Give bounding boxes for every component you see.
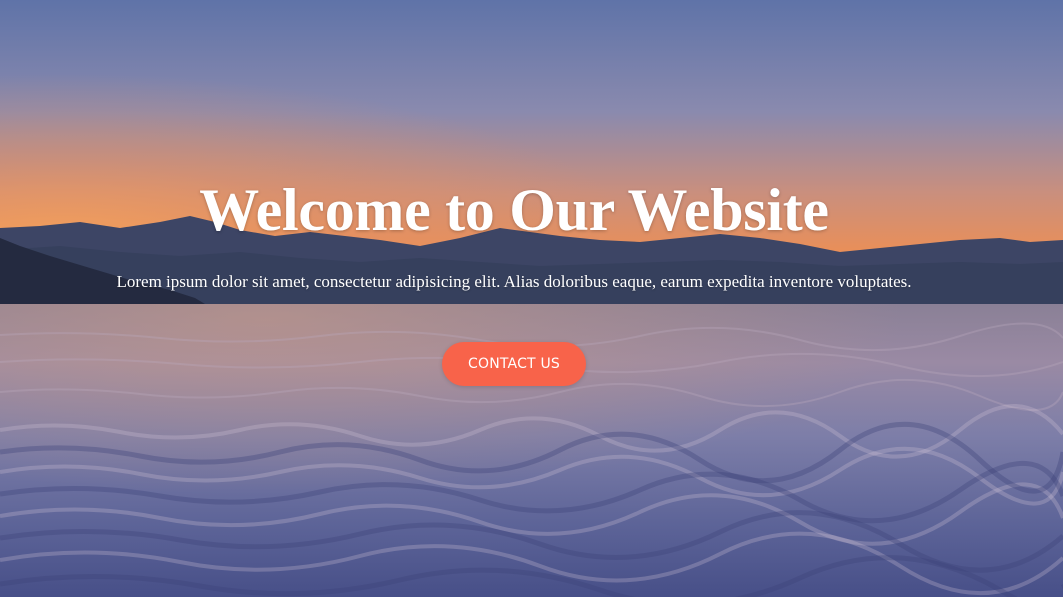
hero-section: Welcome to Our Website Lorem ipsum dolor… — [0, 0, 1063, 597]
hero-content: Welcome to Our Website Lorem ipsum dolor… — [0, 0, 1063, 597]
hero-title: Welcome to Our Website — [199, 177, 829, 243]
contact-us-button[interactable]: CONTACT US — [442, 342, 586, 386]
hero-subtitle: Lorem ipsum dolor sit amet, consectetur … — [116, 272, 912, 291]
